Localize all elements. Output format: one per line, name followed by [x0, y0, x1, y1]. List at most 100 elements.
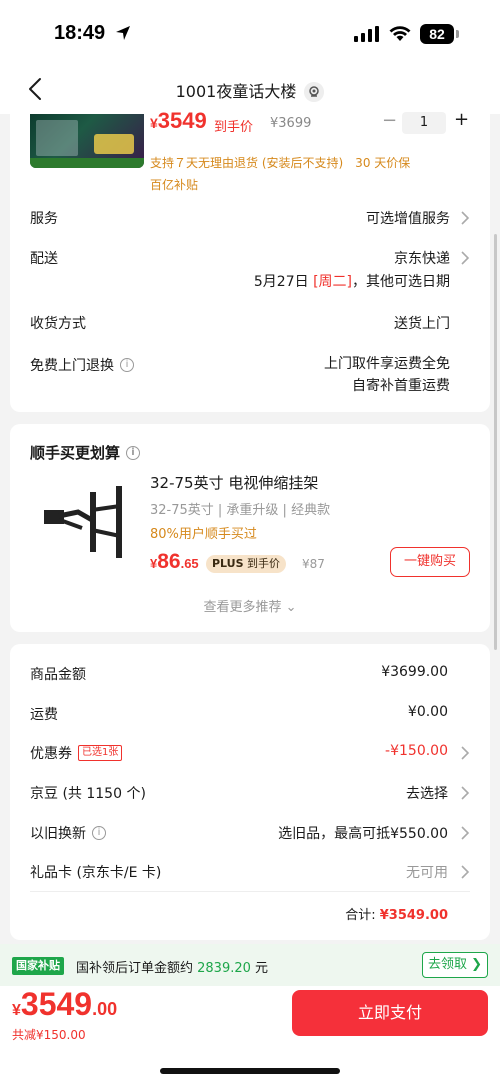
checkout-price-dec: .00 [92, 999, 118, 1019]
divider [30, 891, 470, 892]
chevron-right-icon [461, 746, 470, 760]
delivery-date-suffix: ，其他可选日期 [352, 274, 450, 290]
service-row-value[interactable]: 可选增值服务 [366, 208, 450, 228]
delivery-row-label: 配送 [30, 251, 58, 267]
tradein-label-text: 以旧换新 [30, 826, 86, 842]
product-service-info: 支持７天无理由退货 (安装后不支持) 30 天价保 百亿补贴 [150, 152, 450, 196]
jingdou-value[interactable]: 去选择 [406, 783, 448, 803]
shipping-label: 运费 [30, 707, 58, 723]
order-total-label: 合计: [345, 908, 380, 923]
claim-subsidy-button[interactable]: 去领取 ❯ [422, 952, 488, 978]
jingdou-label: 京豆 (共 1150 个) [30, 786, 146, 802]
buy-together-promo: 80%用户顺手买过 [150, 527, 257, 542]
tradein-label: 以旧换新 i [30, 823, 106, 843]
buy-together-product-name[interactable]: 32-75英寸 电视伸缩挂架 [150, 472, 318, 493]
checkout-price-int: 3549 [20, 986, 93, 1022]
shipping-value: ¥0.00 [407, 704, 448, 720]
store-badge-icon[interactable] [304, 81, 325, 102]
product-price: ¥3549 [150, 108, 207, 134]
subsidy-text-prefix: 国补领后订单金额约 [76, 961, 198, 976]
delivery-date-prefix: 5月27日 [253, 274, 314, 290]
tv-mount-product-image[interactable] [30, 478, 134, 574]
service-row-label: 服务 [30, 211, 58, 227]
delivery-date[interactable]: 5月27日 [周二]，其他可选日期 [254, 271, 450, 291]
chevron-right-icon [461, 211, 470, 225]
checkout-price: ¥3549.00 [12, 986, 117, 1023]
quantity-input[interactable]: 1 [402, 112, 446, 134]
quantity-decrease-button[interactable]: − [382, 110, 397, 131]
subsidy-unit: 元 [250, 961, 269, 976]
coupon-label: 优惠券 已选1张 [30, 743, 123, 763]
product-price-value: 3549 [157, 108, 207, 133]
thumbnail-spec-panel [36, 120, 78, 156]
delivery-row-value[interactable]: 京东快递 [394, 248, 450, 268]
plus-price-badge: PLUS 到手价 [206, 555, 287, 573]
subsidy-amount: 2839.20 [197, 961, 251, 976]
info-icon[interactable]: i [92, 826, 106, 840]
coupon-label-text: 优惠券 [30, 746, 72, 762]
receive-row-label: 收货方式 [30, 316, 86, 332]
product-price-tag: 到手价 [214, 120, 254, 135]
return-row-value-1: 上门取件享运费全免 [324, 356, 450, 372]
delivery-date-day: [周二] [313, 274, 352, 290]
checkout-saved-amount: 共减¥150.00 [12, 1028, 86, 1042]
goods-amount-value: ¥3699.00 [381, 664, 448, 680]
scrollbar[interactable] [494, 234, 497, 650]
return-row-value-2: 自寄补首重运费 [352, 378, 450, 394]
plus-label: PLUS [212, 557, 244, 570]
subsidy-program-text: 百亿补贴 [150, 178, 199, 192]
chevron-right-icon [461, 786, 470, 800]
chevron-right-icon [461, 251, 470, 265]
page-title-text: 1001夜童话大楼 [175, 82, 297, 101]
coupon-selected-badge: 已选1张 [78, 745, 123, 761]
info-icon[interactable]: i [126, 445, 141, 460]
quantity-increase-button[interactable]: + [454, 109, 469, 130]
buy-together-title: 顺手买更划算 i [30, 442, 141, 463]
plus-tag: 到手价 [243, 557, 281, 570]
tradein-value[interactable]: 选旧品，最高可抵¥550.00 [278, 823, 448, 843]
national-subsidy-bar: 国家补贴 国补领后订单金额约 2839.20 元 去领取 ❯ [0, 944, 500, 986]
nav-bar: 1001夜童话大楼 [0, 66, 500, 114]
chevron-right-icon [461, 826, 470, 840]
battery-indicator: 82 [420, 24, 454, 44]
buy-together-price-int: 86 [157, 550, 181, 573]
coupon-value[interactable]: -¥150.00 [385, 743, 448, 759]
home-indicator[interactable] [160, 1068, 340, 1074]
product-price-yen: ¥ [150, 115, 158, 131]
pay-now-button[interactable]: 立即支付 [292, 990, 488, 1036]
buy-together-original-price: ¥87 [302, 557, 325, 571]
subsidy-text: 国补领后订单金额约 2839.20 元 [76, 957, 268, 976]
one-click-buy-button[interactable]: 一键购买 [390, 547, 470, 577]
service-policy-text: 支持７天无理由退货 (安装后不支持) 30 天价保 [150, 156, 411, 170]
product-original-price: ¥3699 [270, 116, 312, 131]
thumbnail-price-sticker [94, 134, 134, 154]
product-thumbnail[interactable] [30, 114, 144, 168]
receive-row-value[interactable]: 送货上门 [394, 313, 450, 333]
order-total: 合计: ¥3549.00 [345, 904, 448, 923]
product-card: ¥3549 到手价 ¥3699 − 1 + 支持７天无理由退货 (安装后不支持)… [10, 108, 490, 412]
page-title: 1001夜童话大楼 [0, 78, 500, 103]
buy-together-title-text: 顺手买更划算 [30, 444, 121, 462]
giftcard-label: 礼品卡 (京东卡/E 卡) [30, 865, 162, 881]
national-subsidy-badge: 国家补贴 [12, 957, 64, 975]
goods-amount-label: 商品金额 [30, 667, 86, 683]
wifi-icon [389, 26, 411, 41]
location-arrow-icon [116, 26, 130, 40]
buy-together-price: ¥86.65 [150, 550, 199, 574]
order-total-value: ¥3549.00 [379, 908, 448, 923]
giftcard-value[interactable]: 无可用 [406, 862, 448, 882]
buy-together-price-dec: .65 [180, 556, 199, 571]
chevron-right-icon [461, 865, 470, 879]
view-more-recommendations[interactable]: 查看更多推荐 ⌄ [10, 596, 490, 615]
info-icon[interactable]: i [120, 358, 134, 372]
buy-together-product-spec: 32-75英寸 | 承重升级 | 经典款 [150, 503, 331, 518]
cellular-signal-icon [354, 26, 379, 42]
return-row-label-text: 免费上门退换 [30, 358, 114, 374]
status-time: 18:49 [54, 22, 106, 44]
thumbnail-band [30, 158, 144, 168]
return-row-label: 免费上门退换 i [30, 355, 134, 375]
buy-together-card: 顺手买更划算 i 32-75英寸 电视伸缩挂架 32-75英寸 | 承重升级 | … [10, 424, 490, 632]
status-bar: 18:49 82 [0, 0, 500, 66]
battery-tip [456, 30, 459, 38]
order-summary-card: 商品金额 ¥3699.00 运费 ¥0.00 优惠券 已选1张 -¥150.00 … [10, 644, 490, 940]
